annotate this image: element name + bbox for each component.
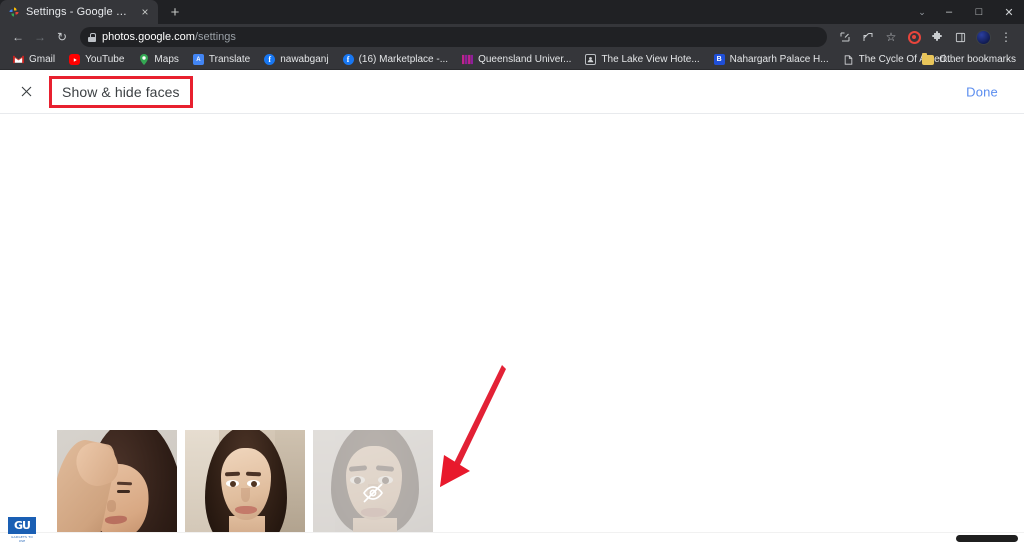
chrome-menu-icon[interactable]: ⋮ <box>996 27 1016 47</box>
url-host: photos.google.com <box>102 31 195 43</box>
watermark-subtext: GADGETS TO USE <box>11 535 33 543</box>
window-minimize-button[interactable]: – <box>934 0 964 24</box>
tab-close-icon[interactable]: × <box>138 5 152 19</box>
horizontal-scrollbar[interactable] <box>0 532 1024 545</box>
face-photo-2 <box>185 430 305 545</box>
bookmark-marketplace[interactable]: f (16) Marketplace -... <box>336 51 455 69</box>
window-maximize-button[interactable]: □ <box>964 0 994 24</box>
google-photos-icon <box>8 6 20 18</box>
forward-icon[interactable]: → <box>30 27 50 47</box>
bookmark-label: Gmail <box>29 54 56 65</box>
window-chevron-icon[interactable]: ⌄ <box>910 0 934 24</box>
google-photos-page: Show & hide faces Done GU GADGETS TO USE <box>0 70 1024 545</box>
bookmark-label: (16) Marketplace -... <box>358 54 449 65</box>
bookmark-star-icon[interactable]: ☆ <box>881 27 901 47</box>
side-panel-icon[interactable] <box>950 27 970 47</box>
bookmark-lake-view-hotel[interactable]: The Lake View Hote... <box>578 51 706 69</box>
hotel-icon <box>585 54 597 65</box>
address-bar[interactable]: photos.google.com/settings <box>80 27 827 47</box>
url-text: photos.google.com/settings <box>102 31 236 43</box>
faces-body: uick and short acting namely <box>0 114 1024 545</box>
tab-strip: Settings - Google Photos × + ⌄ – □ ✕ <box>0 0 1024 24</box>
other-bookmarks-button[interactable]: Other bookmarks <box>922 52 1016 65</box>
browser-toolbar: ← → ↻ photos.google.com/settings ☆ ⋮ <box>0 24 1024 50</box>
page-title: Show & hide faces <box>49 75 193 108</box>
bookmark-nawabganj[interactable]: f nawabganj <box>257 51 335 69</box>
extensions-puzzle-icon[interactable] <box>927 27 947 47</box>
browser-tab-settings-google-photos[interactable]: Settings - Google Photos × <box>0 0 158 24</box>
bookmark-label: nawabganj <box>280 54 329 65</box>
maps-icon <box>138 54 149 65</box>
bookmark-queensland-university[interactable]: Queensland Univer... <box>455 51 578 69</box>
bookmark-label: Maps <box>154 54 179 65</box>
face-thumbnail-2[interactable]: uick and short acting namely <box>185 430 305 545</box>
show-hide-faces-header: Show & hide faces Done <box>0 70 1024 114</box>
other-bookmarks-label: Other bookmarks <box>939 54 1016 65</box>
translate-icon: A <box>192 54 204 65</box>
url-path: /settings <box>194 31 236 43</box>
tab-title: Settings - Google Photos <box>26 6 132 18</box>
bookmark-youtube[interactable]: YouTube <box>62 51 131 69</box>
faces-grid: uick and short acting namely <box>57 430 433 545</box>
folder-icon <box>922 52 935 65</box>
lock-icon <box>88 32 96 42</box>
university-icon <box>462 54 474 65</box>
bookmark-gmail[interactable]: Gmail <box>6 51 62 69</box>
window-controls: ⌄ – □ ✕ <box>910 0 1024 24</box>
bookmark-translate[interactable]: A Translate <box>186 51 257 69</box>
watermark-logo: GU GADGETS TO USE <box>8 517 36 543</box>
watermark-text: GU <box>14 519 31 532</box>
red-arrow-annotation <box>420 359 520 504</box>
new-tab-button[interactable]: + <box>162 0 188 24</box>
browser-window: Settings - Google Photos × + ⌄ – □ ✕ ← →… <box>0 0 1024 545</box>
bookmark-label: Queensland Univer... <box>478 54 572 65</box>
face-thumbnail-1[interactable] <box>57 430 177 545</box>
scrollbar-thumb[interactable] <box>956 535 1018 542</box>
window-close-button[interactable]: ✕ <box>994 0 1024 24</box>
facebook-icon: f <box>342 54 354 65</box>
booking-icon: B <box>713 54 725 65</box>
toolbar-actions: ☆ ⋮ <box>835 27 1016 47</box>
bookmark-nahargarh-palace[interactable]: B Nahargarh Palace H... <box>707 51 836 69</box>
facebook-icon: f <box>264 54 276 65</box>
done-button[interactable]: Done <box>958 78 1006 105</box>
back-icon[interactable]: ← <box>8 27 28 47</box>
screen-record-icon[interactable] <box>904 27 924 47</box>
bookmarks-bar: Gmail YouTube Maps A Translate f nawabga… <box>0 50 1024 70</box>
eye-off-icon <box>313 430 433 545</box>
close-x-icon[interactable] <box>14 80 38 104</box>
bookmark-label: The Lake View Hote... <box>601 54 700 65</box>
youtube-icon <box>69 54 81 65</box>
profile-avatar[interactable] <box>973 27 993 47</box>
face-thumbnail-3[interactable] <box>313 430 433 545</box>
share-icon[interactable] <box>858 27 878 47</box>
document-icon <box>843 54 854 65</box>
install-app-icon[interactable] <box>835 27 855 47</box>
face-photo-1 <box>57 430 177 545</box>
bookmark-label: YouTube <box>85 54 125 65</box>
gmail-icon <box>13 54 24 65</box>
bookmark-label: Nahargarh Palace H... <box>729 54 829 65</box>
bookmark-maps[interactable]: Maps <box>131 51 185 69</box>
reload-icon[interactable]: ↻ <box>52 27 72 47</box>
bookmark-label: Translate <box>208 54 251 65</box>
